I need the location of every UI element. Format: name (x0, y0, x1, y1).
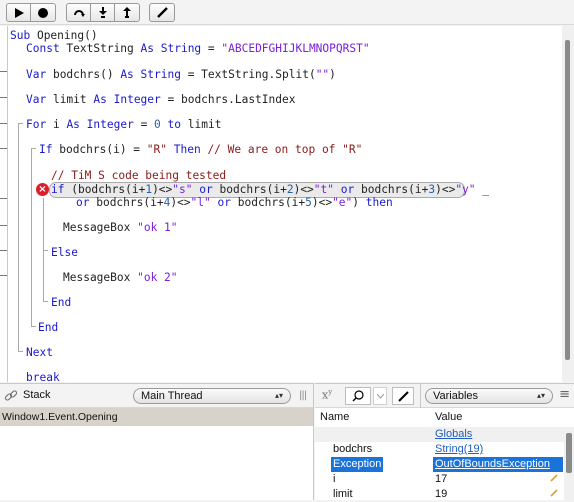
code-line-2: Const TextString As String = "ABCEDFGHIJ… (26, 42, 370, 55)
code-editor[interactable]: × Sub Opening() Const TextString As Stri… (0, 26, 574, 382)
column-value-header[interactable]: Value (435, 411, 462, 423)
run-controls (6, 3, 56, 22)
step-into-icon (98, 7, 107, 18)
code-line-10: MessageBox "ok 1" (63, 221, 178, 234)
debug-toolbar (0, 0, 574, 25)
gutter-marker (0, 97, 7, 98)
stack-title: Stack (23, 389, 51, 401)
fold-guide-if-start (31, 148, 36, 149)
code-line-7: // TiM S code being tested (51, 169, 227, 182)
fold-guide-for (18, 123, 19, 351)
code-line-15: Next (26, 346, 53, 359)
gutter-marker (0, 250, 7, 251)
code-line-16: break (26, 371, 60, 382)
variable-value: 17 (435, 473, 448, 485)
edit-controls (149, 3, 175, 22)
code-line-13: End (51, 296, 72, 309)
variables-toolbar: xy Variables ▴▾ ≡ (315, 384, 574, 408)
code-line-3: Var bodchrs() As String = TextString.Spl… (26, 68, 336, 81)
gutter-marker (0, 198, 7, 199)
select-arrows-icon: ▴▾ (536, 391, 545, 400)
stack-panel: Stack Main Thread ▴▾ ||| Window1.Event.O… (0, 383, 314, 500)
select-arrows-icon: ▴▾ (274, 391, 283, 400)
scope-select-value: Variables (433, 390, 479, 402)
code-line-12: MessageBox "ok 2" (63, 271, 178, 284)
fold-guide-if-end (31, 326, 36, 327)
variables-column-headers: Name Value (315, 408, 574, 427)
step-over-icon (73, 9, 85, 17)
variables-scrollbar-thumb[interactable] (566, 433, 572, 473)
stop-icon (38, 7, 48, 18)
fold-guide-for-start (18, 123, 23, 124)
column-name-header[interactable]: Name (320, 411, 349, 423)
step-controls (66, 3, 140, 22)
search-button[interactable] (345, 387, 371, 405)
variable-value-link[interactable]: OutOfBoundsException (433, 457, 563, 472)
fold-guide-for-end (18, 351, 23, 352)
gutter-marker (0, 71, 7, 72)
edit-pencil-icon[interactable] (550, 474, 558, 482)
gutter-marker (0, 123, 7, 124)
variables-panel: xy Variables ▴▾ ≡ Name Value Globals bod… (315, 383, 574, 501)
globals-link[interactable]: Globals (433, 427, 474, 442)
globals-row[interactable]: Globals (315, 427, 574, 442)
code-line-9: or bodchrs(i+4)<>"l" or bodchrs(i+5)<>"e… (76, 196, 393, 209)
thread-select[interactable]: Main Thread ▴▾ (133, 388, 291, 404)
code-line-1: Sub Opening() (10, 29, 98, 42)
chain-link-icon (4, 390, 18, 401)
variable-row[interactable]: i 17 (315, 472, 574, 487)
chevron-down-icon (376, 393, 384, 399)
variable-row-selected[interactable]: Exception OutOfBoundsException (315, 457, 574, 472)
variable-name: Exception (331, 457, 384, 472)
edit-value-button[interactable] (392, 387, 414, 405)
code-line-8: if (bodchrs(i+1)<>"s" or bodchrs(i+2)<>"… (51, 183, 490, 196)
search-icon (352, 390, 364, 402)
expression-icon[interactable]: xy (322, 388, 332, 402)
variable-value-link[interactable]: String(19) (433, 442, 485, 457)
fold-guide-if (31, 148, 32, 326)
gutter-marker (0, 225, 7, 226)
error-icon[interactable]: × (36, 183, 49, 196)
thread-select-value: Main Thread (141, 390, 203, 402)
scope-select[interactable]: Variables ▴▾ (425, 388, 553, 404)
stop-button[interactable] (31, 4, 55, 21)
code-line-11: Else (51, 246, 78, 259)
gutter (7, 26, 8, 382)
stack-frame[interactable]: Window1.Event.Opening (0, 408, 313, 426)
edit-code-icon (156, 7, 168, 18)
editor-scrollbar[interactable] (562, 26, 574, 382)
step-out-button[interactable] (115, 4, 139, 21)
run-button[interactable] (7, 4, 31, 21)
variable-name: bodchrs (333, 443, 373, 455)
code-line-14: End (38, 321, 59, 334)
variable-name: i (333, 473, 336, 485)
code-line-4: Var limit As Integer = bodchrs.LastIndex (26, 93, 296, 106)
variables-scrollbar[interactable] (564, 427, 574, 501)
code-line-5: For i As Integer = 0 to limit (26, 118, 222, 131)
edit-code-button[interactable] (150, 4, 174, 21)
step-over-button[interactable] (67, 4, 91, 21)
run-icon (14, 7, 24, 18)
gutter-marker (0, 148, 7, 149)
variable-row[interactable]: bodchrs String(19) (315, 442, 574, 457)
edit-pencil-icon[interactable] (550, 489, 558, 497)
gutter-marker (0, 275, 7, 276)
fold-guide-inner-end (43, 301, 48, 302)
step-into-button[interactable] (91, 4, 115, 21)
pencil-icon (397, 390, 409, 402)
panel-resize-grip[interactable]: ||| (299, 390, 307, 401)
hamburger-menu-icon[interactable]: ≡ (559, 388, 570, 401)
code-line-6: If bodchrs(i) = "R" Then // We are on to… (39, 143, 363, 156)
search-options-dropdown[interactable] (373, 387, 387, 405)
step-out-icon (123, 7, 131, 18)
editor-scrollbar-thumb[interactable] (565, 40, 570, 360)
toolbar-divider (420, 384, 421, 408)
fold-guide-else (43, 250, 48, 251)
stack-header: Stack Main Thread ▴▾ ||| (0, 384, 313, 408)
